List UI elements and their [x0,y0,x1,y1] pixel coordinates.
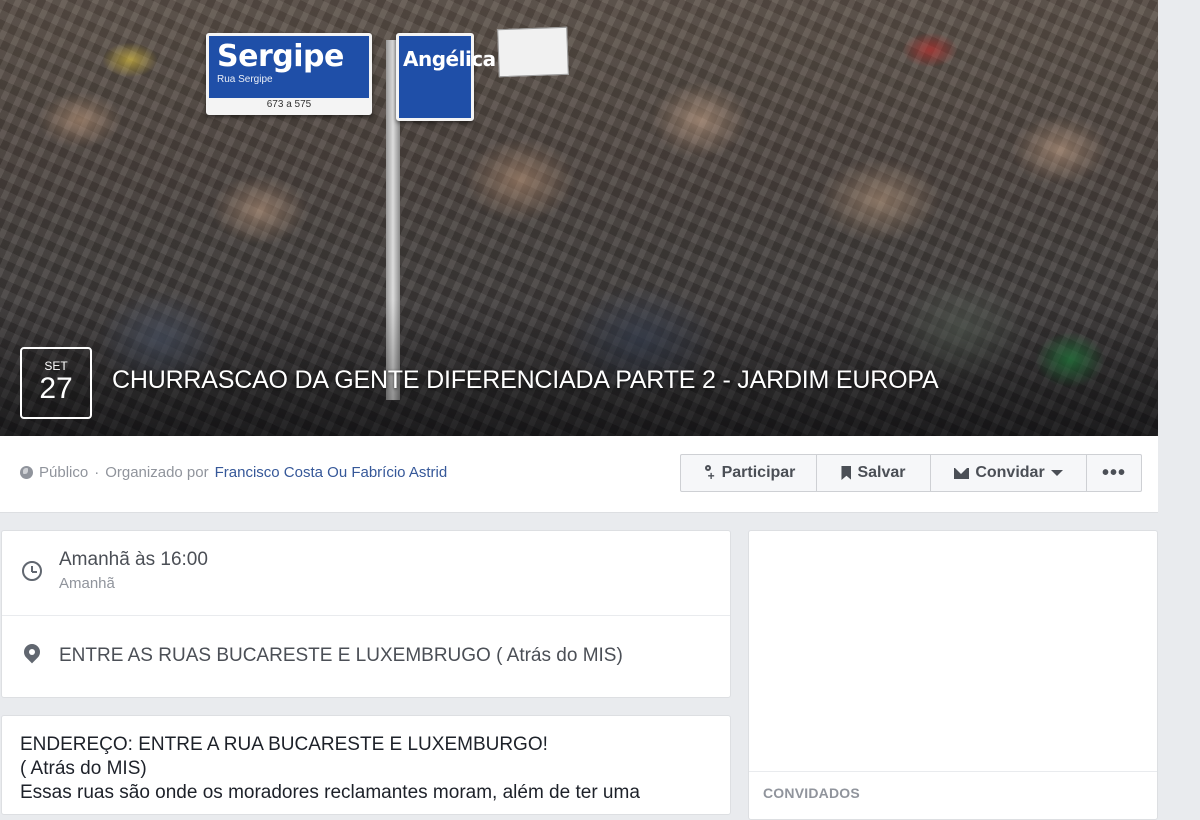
event-description: ENDEREÇO: ENTRE A RUA BUCARESTE E LUXEMB… [2,716,730,814]
sign-sergipe-name: Sergipe [217,39,344,74]
event-location-row[interactable]: ENTRE AS RUAS BUCARESTE E LUXEMBRUGO ( A… [2,615,730,699]
event-date-month: SET [44,359,68,373]
event-time-relative: Amanhã [59,575,115,592]
save-label: Salvar [857,464,906,481]
sidebar-divider [749,771,1157,772]
participate-label: Participar [721,464,796,481]
event-title: CHURRASCAO DA GENTE DIFERENCIADA PARTE 2… [112,366,939,394]
caret-down-icon [1050,470,1063,476]
sign-sergipe-sub: Rua Sergipe [217,74,273,85]
location-pin-icon [20,640,44,664]
description-line: ( Atrás do MIS) [20,758,147,779]
sidebar-card: CONVIDADOS [748,530,1158,820]
globe-icon [20,466,33,479]
event-meta: Público · Organizado por Francisco Costa… [20,464,447,481]
event-meta-bar: Público · Organizado por Francisco Costa… [0,436,1158,513]
more-options-button[interactable]: ••• [1087,455,1141,491]
join-person-icon [702,465,716,483]
sign-sergipe-number: 673 a 575 [209,98,369,112]
clock-icon [22,561,42,581]
event-time-row[interactable]: Amanhã às 16:00 Amanhã [2,531,730,616]
sign-angelica-name: Angélica [403,47,496,71]
street-sign-angelica: Angélica [396,33,496,121]
description-line: ENDEREÇO: ENTRE A RUA BUCARESTE E LUXEMB… [20,734,548,755]
participate-button[interactable]: Participar [681,455,817,491]
event-description-card: ENDEREÇO: ENTRE A RUA BUCARESTE E LUXEMB… [1,715,731,815]
privacy-label: Público [39,464,89,481]
organized-by-label: Organizado por [105,464,209,481]
protest-placard [497,26,569,78]
organizer-link[interactable]: Francisco Costa Ou Fabrício Astrid [215,464,448,481]
street-sign-sergipe: Sergipe Rua Sergipe 673 a 575 [206,33,372,115]
event-location: ENTRE AS RUAS BUCARESTE E LUXEMBRUGO ( A… [59,645,623,666]
event-page: Sergipe Rua Sergipe 673 a 575 Angélica S… [0,0,1160,820]
envelope-icon [954,467,970,479]
event-time: Amanhã às 16:00 [59,549,208,570]
page-scroll-gutter [1160,0,1200,799]
bookmark-icon [841,466,852,480]
invite-button[interactable]: Convidar [931,455,1087,491]
event-date-badge: SET 27 [20,347,92,419]
event-date-day: 27 [39,372,73,405]
event-cover-photo[interactable]: Sergipe Rua Sergipe 673 a 575 Angélica S… [0,0,1158,436]
more-icon: ••• [1101,461,1126,484]
event-details-card: Amanhã às 16:00 Amanhã ENTRE AS RUAS BUC… [1,530,731,698]
save-button[interactable]: Salvar [817,455,931,491]
description-line: Essas ruas são onde os moradores reclama… [20,782,640,803]
invite-label: Convidar [975,464,1045,481]
meta-separator: · [94,464,100,481]
event-action-bar: Participar Salvar Convidar ••• [680,454,1142,492]
